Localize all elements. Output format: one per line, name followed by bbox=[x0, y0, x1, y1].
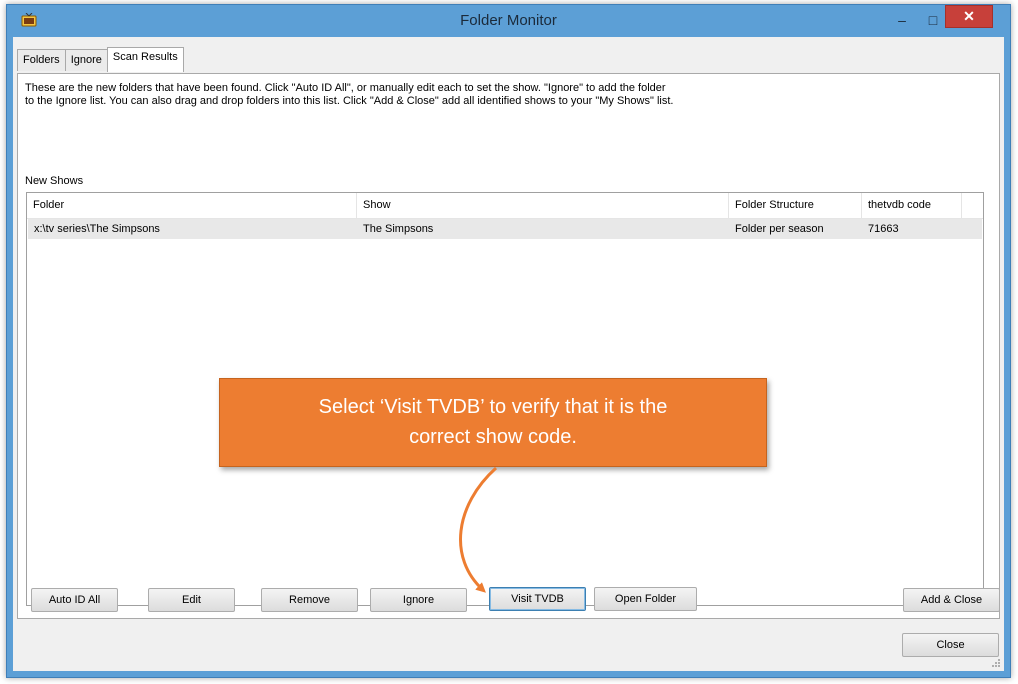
visit-tvdb-button[interactable]: Visit TVDB bbox=[489, 587, 586, 611]
tab-folders[interactable]: Folders bbox=[17, 49, 66, 71]
instructions-line-2: to the Ignore list. You can also drag an… bbox=[25, 95, 674, 107]
instructions-text: These are the new folders that have been… bbox=[25, 82, 985, 108]
column-header-thetvdb-code[interactable]: thetvdb code bbox=[862, 193, 962, 218]
minimize-icon: – bbox=[898, 12, 906, 28]
cell-folder: x:\tv series\The Simpsons bbox=[34, 223, 160, 235]
client-area: Folders Ignore Scan Results These are th… bbox=[13, 37, 1004, 671]
close-button[interactable]: Close bbox=[902, 633, 999, 657]
new-shows-label: New Shows bbox=[25, 175, 84, 187]
close-window-button[interactable]: ✕ bbox=[945, 5, 993, 28]
instruction-callout: Select ‘Visit TVDB’ to verify that it is… bbox=[219, 378, 767, 467]
window-title: Folder Monitor bbox=[460, 12, 557, 29]
callout-line-2: correct show code. bbox=[409, 426, 577, 448]
tab-strip: Folders Ignore Scan Results bbox=[17, 47, 184, 72]
ignore-button[interactable]: Ignore bbox=[370, 588, 467, 612]
title-bar[interactable]: Folder Monitor – □ ✕ bbox=[7, 5, 1010, 37]
column-header-folder[interactable]: Folder bbox=[27, 193, 357, 218]
maximize-button[interactable]: □ bbox=[918, 9, 948, 31]
folder-monitor-window: Folder Monitor – □ ✕ Folders Ignore Scan… bbox=[6, 4, 1011, 678]
instructions-line-1: These are the new folders that have been… bbox=[25, 82, 666, 94]
close-icon: ✕ bbox=[963, 8, 975, 24]
maximize-icon: □ bbox=[928, 12, 938, 28]
column-header-folder-structure[interactable]: Folder Structure bbox=[729, 193, 862, 218]
column-header-show[interactable]: Show bbox=[357, 193, 729, 218]
callout-line-1: Select ‘Visit TVDB’ to verify that it is… bbox=[318, 396, 668, 418]
add-and-close-button[interactable]: Add & Close bbox=[903, 588, 1000, 612]
tab-scan-results[interactable]: Scan Results bbox=[106, 47, 184, 72]
table-row[interactable]: x:\tv series\The Simpsons The Simpsons F… bbox=[28, 219, 982, 239]
edit-button[interactable]: Edit bbox=[148, 588, 235, 612]
minimize-button[interactable]: – bbox=[887, 9, 917, 31]
scan-results-panel: These are the new folders that have been… bbox=[17, 73, 1000, 619]
cell-show: The Simpsons bbox=[363, 223, 434, 235]
list-header: Folder Show Folder Structure thetvdb cod… bbox=[27, 193, 983, 219]
cell-thetvdb-code: 71663 bbox=[868, 223, 899, 235]
tab-ignore[interactable]: Ignore bbox=[64, 49, 108, 71]
open-folder-button[interactable]: Open Folder bbox=[594, 587, 697, 611]
cell-folder-structure: Folder per season bbox=[735, 223, 824, 235]
remove-button[interactable]: Remove bbox=[261, 588, 358, 612]
resize-grip-icon[interactable] bbox=[991, 658, 1001, 668]
auto-id-all-button[interactable]: Auto ID All bbox=[31, 588, 118, 612]
